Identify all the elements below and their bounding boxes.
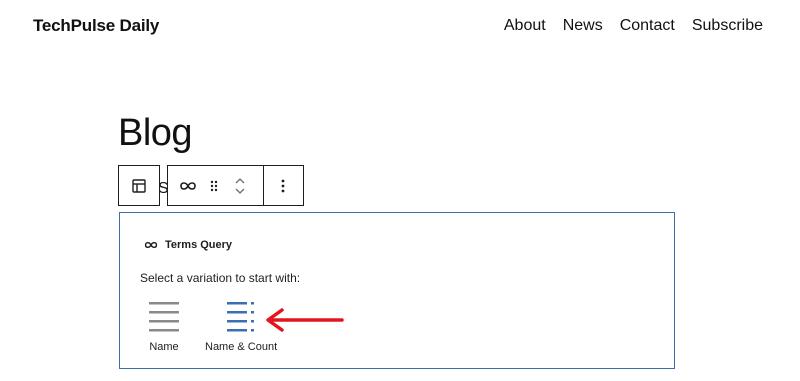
terms-query-icon: [179, 181, 196, 190]
block-label: Terms Query: [144, 239, 232, 251]
toolbar-block-group: [167, 165, 304, 206]
terms-query-block[interactable]: Terms Query Select a variation to start …: [119, 212, 675, 369]
move-buttons: [221, 166, 258, 205]
nav-item-about[interactable]: About: [504, 17, 546, 35]
page: TechPulse Daily About News Contact Subsc…: [0, 0, 800, 381]
list-lines-icon: [149, 302, 179, 332]
annotation-arrow-icon: [266, 308, 344, 332]
nav-item-subscribe[interactable]: Subscribe: [692, 17, 763, 35]
nav-item-news[interactable]: News: [563, 17, 603, 35]
site-title[interactable]: TechPulse Daily: [33, 16, 159, 36]
terms-query-icon: [144, 241, 158, 249]
variation-name[interactable]: Name: [140, 299, 188, 353]
drag-handle[interactable]: [207, 166, 221, 205]
block-title: Terms Query: [165, 239, 233, 251]
variation-instructions: Select a variation to start with:: [140, 271, 301, 285]
nav-item-contact[interactable]: Contact: [620, 17, 675, 35]
layout-icon: [132, 178, 146, 193]
select-parent-button[interactable]: [119, 166, 159, 205]
block-type-button[interactable]: [168, 166, 207, 205]
move-down-button[interactable]: [234, 187, 246, 195]
toolbar-parent-group: [118, 165, 160, 206]
drag-handle-icon: [211, 180, 218, 191]
move-up-button[interactable]: [234, 177, 246, 185]
variation-name-label: Name: [149, 341, 179, 353]
main-navigation: About News Contact Subscribe: [504, 17, 763, 35]
more-options-button[interactable]: [264, 166, 303, 205]
variation-name-count-label: Name & Count: [205, 341, 278, 353]
page-heading[interactable]: Blog: [118, 112, 193, 155]
more-vertical-icon: [281, 179, 285, 192]
variation-picker: Name Name & Count: [140, 299, 277, 353]
